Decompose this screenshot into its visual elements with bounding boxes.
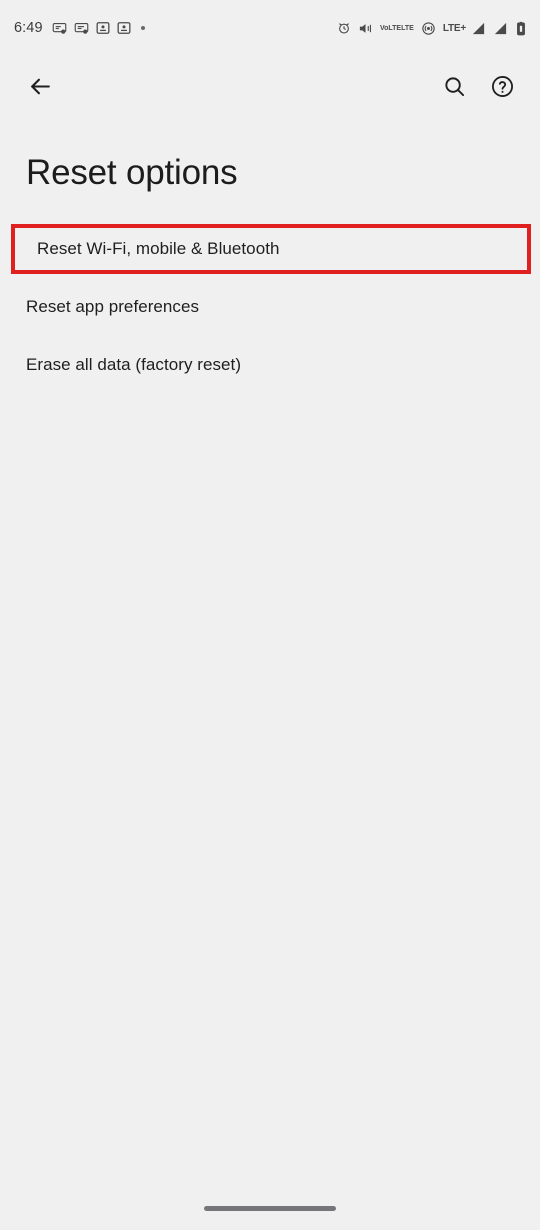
page-title: Reset options xyxy=(26,153,238,192)
app-bar xyxy=(0,56,540,116)
notification-screenshot-icon xyxy=(52,21,67,36)
lte-plus-icon: LTE+ xyxy=(442,22,466,34)
search-button[interactable] xyxy=(430,62,478,110)
arrow-left-icon xyxy=(30,78,50,94)
volte-label-top: VoLTE xyxy=(379,24,402,32)
hotspot-icon xyxy=(421,21,436,36)
help-button[interactable] xyxy=(478,62,526,110)
back-button[interactable] xyxy=(16,62,64,110)
notification-overflow-dot xyxy=(140,26,145,30)
volte-label-stack: LTE xyxy=(401,25,414,32)
list-item-erase-all-data[interactable]: Erase all data (factory reset) xyxy=(0,336,540,394)
reset-options-list: Reset Wi-Fi, mobile & Bluetooth Reset ap… xyxy=(0,224,540,394)
list-item-reset-app-preferences[interactable]: Reset app preferences xyxy=(0,278,540,336)
search-icon xyxy=(444,76,464,96)
signal-bars-icon-sim1 xyxy=(471,21,486,36)
notification-app-icon-1 xyxy=(96,21,110,35)
status-bar-right: VoLTE LTE LTE+ xyxy=(337,21,527,36)
battery-icon xyxy=(515,21,527,36)
list-item-reset-network[interactable]: Reset Wi-Fi, mobile & Bluetooth xyxy=(11,224,531,274)
notification-app-icon-2 xyxy=(117,21,131,35)
notification-message-icon xyxy=(74,21,89,36)
volte-icon: VoLTE xyxy=(380,25,401,32)
list-item-label: Reset app preferences xyxy=(26,297,200,316)
status-bar: 6:49 VoLTE LTE LTE+ xyxy=(0,0,540,56)
home-gesture-pill[interactable] xyxy=(204,1205,336,1211)
list-item-label: Erase all data (factory reset) xyxy=(26,355,242,374)
status-bar-clock: 6:49 xyxy=(14,20,43,36)
system-navigation-bar xyxy=(0,1190,540,1230)
signal-bars-icon-sim2 xyxy=(493,21,508,36)
alarm-icon xyxy=(337,21,351,35)
volte-label-bottom: LTE xyxy=(401,24,414,32)
vibrate-icon xyxy=(358,21,373,36)
help-circle-icon xyxy=(491,75,513,97)
list-item-label: Reset Wi-Fi, mobile & Bluetooth xyxy=(37,239,280,258)
status-bar-left: 6:49 xyxy=(14,20,145,36)
